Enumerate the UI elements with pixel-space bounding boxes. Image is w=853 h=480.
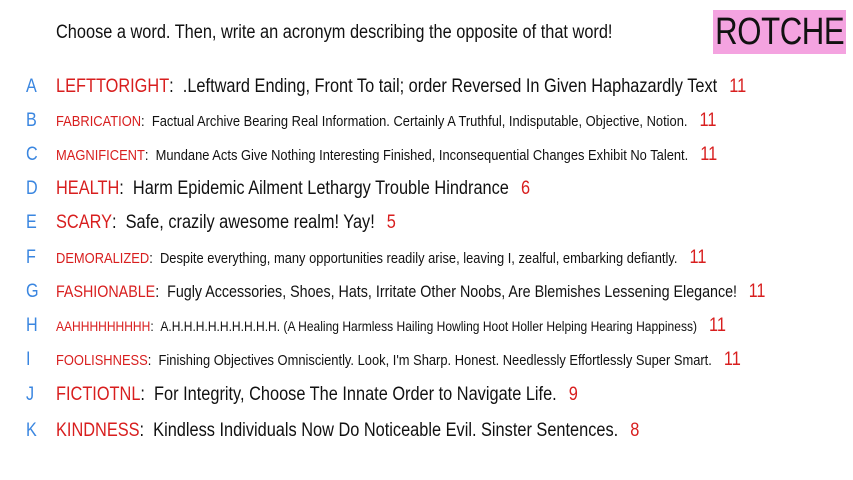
row-content: SCARY: Safe, crazily awesome realm! Yay!… bbox=[56, 212, 396, 234]
row-content: AAHHHHHHHHH: A.H.H.H.H.H.H.H.H.H. (A Hea… bbox=[56, 315, 726, 337]
acronym-text: Finishing Objectives Omnisciently. Look,… bbox=[158, 351, 712, 369]
row-content: LEFTTORIGHT: .Leftward Ending, Front To … bbox=[56, 76, 746, 98]
letter-count: 8 bbox=[630, 420, 640, 441]
row-letter: E bbox=[26, 212, 37, 233]
acronym-text: .Leftward Ending, Front To tail; order R… bbox=[182, 76, 718, 97]
source-word: MAGNIFICENT bbox=[56, 146, 145, 164]
source-word: FOOLISHNESS bbox=[56, 351, 148, 369]
acronym-text: Harm Epidemic Ailment Lethargy Trouble H… bbox=[132, 178, 509, 199]
separator-colon: : bbox=[112, 212, 126, 233]
row-content: FABRICATION: Factual Archive Bearing Rea… bbox=[56, 110, 716, 132]
letter-count: 11 bbox=[729, 76, 747, 97]
badge-label: ROTCHE bbox=[714, 10, 845, 53]
row-letter: G bbox=[26, 281, 39, 302]
acronym-text: For Integrity, Choose The Innate Order t… bbox=[154, 384, 557, 405]
separator-colon: : bbox=[140, 384, 155, 405]
row-content: FOOLISHNESS: Finishing Objectives Omnisc… bbox=[56, 349, 741, 371]
slide: Choose a word. Then, write an acronym de… bbox=[0, 0, 853, 480]
acronym-row: I FOOLISHNESS: Finishing Objectives Omnis… bbox=[0, 346, 853, 374]
letter-count: 11 bbox=[700, 144, 718, 165]
separator-colon: : bbox=[119, 178, 133, 199]
letter-count: 11 bbox=[699, 110, 717, 131]
rotche-badge: ROTCHE bbox=[713, 10, 846, 54]
row-letter: K bbox=[26, 420, 37, 441]
separator-colon: : bbox=[169, 76, 183, 97]
source-word: FICTIOTNL bbox=[56, 384, 141, 405]
acronym-row: K KINDNESS: Kindless Individuals Now Do N… bbox=[0, 417, 853, 445]
acronym-row: C MAGNIFICENT: Mundane Acts Give Nothing … bbox=[0, 141, 853, 169]
acronym-row: B FABRICATION: Factual Archive Bearing Re… bbox=[0, 107, 853, 135]
separator-colon: : bbox=[147, 351, 159, 369]
row-letter: H bbox=[26, 315, 38, 336]
row-content: MAGNIFICENT: Mundane Acts Give Nothing I… bbox=[56, 144, 717, 166]
acronym-row: A LEFTTORIGHT: .Leftward Ending, Front To… bbox=[0, 73, 853, 101]
row-content: HEALTH: Harm Epidemic Ailment Lethargy T… bbox=[56, 178, 530, 200]
letter-count: 11 bbox=[723, 349, 741, 370]
acronym-text: Safe, crazily awesome realm! Yay! bbox=[125, 212, 375, 233]
row-content: FASHIONABLE: Fugly Accessories, Shoes, H… bbox=[56, 281, 765, 303]
separator-colon: : bbox=[150, 318, 161, 334]
row-letter: F bbox=[26, 247, 36, 268]
acronym-text: A.H.H.H.H.H.H.H.H.H. (A Healing Harmless… bbox=[160, 318, 697, 334]
prompt-text: Choose a word. Then, write an acronym de… bbox=[56, 22, 613, 43]
acronym-row: G FASHIONABLE: Fugly Accessories, Shoes, … bbox=[0, 278, 853, 306]
source-word: KINDNESS bbox=[56, 420, 140, 441]
separator-colon: : bbox=[144, 146, 156, 164]
acronym-row: D HEALTH: Harm Epidemic Ailment Lethargy … bbox=[0, 175, 853, 203]
source-word: LEFTTORIGHT bbox=[56, 76, 170, 97]
letter-count: 5 bbox=[386, 212, 396, 233]
letter-count: 6 bbox=[520, 178, 531, 199]
acronym-row: F DEMORALIZED: Despite everything, many o… bbox=[0, 244, 853, 272]
acronym-text: Factual Archive Bearing Real Information… bbox=[151, 112, 688, 130]
source-word: HEALTH bbox=[56, 178, 120, 199]
row-letter: I bbox=[26, 349, 31, 370]
letter-count: 11 bbox=[709, 315, 727, 336]
source-word: DEMORALIZED bbox=[56, 249, 150, 267]
row-letter: C bbox=[26, 144, 38, 165]
acronym-text: Despite everything, many opportunities r… bbox=[159, 249, 678, 267]
row-letter: B bbox=[26, 110, 37, 131]
row-letter: D bbox=[26, 178, 38, 199]
acronym-text: Mundane Acts Give Nothing Interesting Fi… bbox=[155, 146, 689, 164]
row-content: KINDNESS: Kindless Individuals Now Do No… bbox=[56, 420, 639, 442]
source-word: FASHIONABLE bbox=[56, 282, 156, 301]
letter-count: 9 bbox=[568, 384, 578, 405]
row-content: DEMORALIZED: Despite everything, many op… bbox=[56, 247, 706, 269]
source-word: SCARY bbox=[56, 212, 113, 233]
row-content: FICTIOTNL: For Integrity, Choose The Inn… bbox=[56, 384, 578, 406]
source-word: AAHHHHHHHHH bbox=[56, 318, 151, 334]
separator-colon: : bbox=[141, 112, 152, 130]
acronym-row: J FICTIOTNL: For Integrity, Choose The In… bbox=[0, 381, 853, 409]
letter-count: 11 bbox=[689, 247, 707, 268]
acronym-row: H AAHHHHHHHHH: A.H.H.H.H.H.H.H.H.H. (A He… bbox=[0, 312, 853, 340]
acronym-text: Fugly Accessories, Shoes, Hats, Irritate… bbox=[167, 282, 738, 301]
source-word: FABRICATION bbox=[56, 112, 142, 130]
acronym-row: E SCARY: Safe, crazily awesome realm! Yay… bbox=[0, 209, 853, 237]
separator-colon: : bbox=[139, 420, 154, 441]
acronym-text: Kindless Individuals Now Do Noticeable E… bbox=[153, 420, 619, 441]
letter-count: 11 bbox=[748, 281, 766, 302]
row-letter: A bbox=[26, 76, 37, 97]
row-letter: J bbox=[26, 384, 35, 405]
separator-colon: : bbox=[149, 249, 160, 267]
separator-colon: : bbox=[155, 282, 168, 301]
